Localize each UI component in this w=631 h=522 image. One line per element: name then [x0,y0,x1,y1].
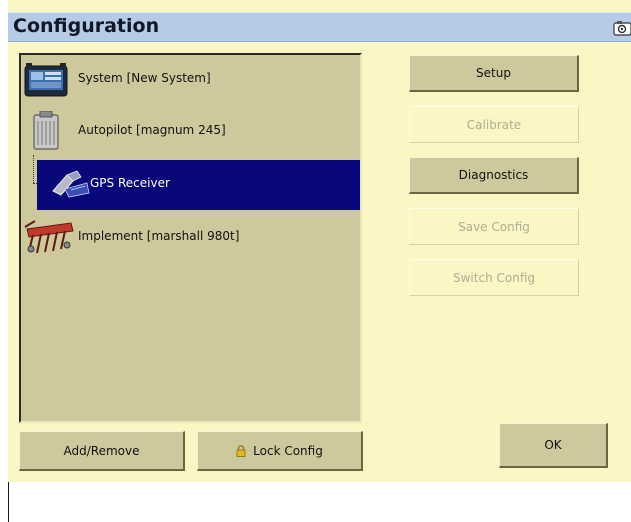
component-tree[interactable]: System [New System] Autopilot [magnum 24… [19,53,362,423]
tree-item-label: Autopilot [magnum 245] [78,123,226,137]
diagnostics-button[interactable]: Diagnostics [409,157,579,194]
lock-config-label: Lock Config [253,443,323,458]
configuration-screen: Configuration System [New System] Autopi… [8,0,631,482]
add-remove-button[interactable]: Add/Remove [19,431,185,471]
save-config-button[interactable]: Save Config [409,208,579,245]
lock-config-button[interactable]: Lock Config [197,431,363,471]
ok-button[interactable]: OK [499,423,608,468]
lock-icon [236,444,246,457]
tree-item-system[interactable]: System [New System] [21,55,360,105]
switch-config-button[interactable]: Switch Config [409,259,579,296]
tree-item-gps-receiver[interactable]: GPS Receiver [37,160,360,210]
tree-item-label: System [New System] [78,71,211,85]
tree-item-autopilot[interactable]: Autopilot [magnum 245] [21,107,360,157]
controller-module-icon [33,111,59,150]
tree-item-implement[interactable]: Implement [marshall 980t] [21,213,360,263]
setup-button[interactable]: Setup [409,55,579,92]
window-title: Configuration [13,15,160,37]
camera-icon[interactable] [613,19,631,37]
tree-item-label: GPS Receiver [90,176,170,190]
tree-item-label: Implement [marshall 980t] [78,229,240,243]
calibrate-button[interactable]: Calibrate [409,106,579,143]
cultivator-implement-icon [24,220,74,254]
tree-connector [33,155,34,183]
display-unit-icon [24,63,68,97]
title-bar: Configuration [8,12,631,42]
gps-receiver-icon [52,170,90,198]
